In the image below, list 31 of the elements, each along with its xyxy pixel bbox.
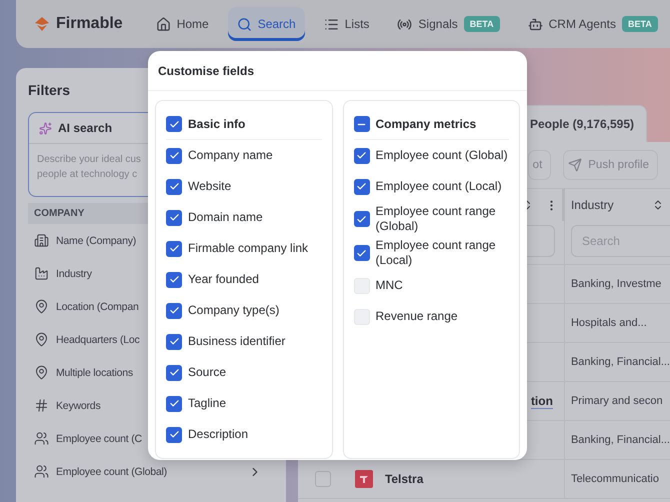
field-label: Tagline [188, 396, 226, 411]
table-cell: Primary and secon [564, 382, 670, 421]
table-cell: Banking, Investme [564, 265, 670, 304]
field-label: Source [188, 365, 226, 380]
field-label: Company name [188, 148, 273, 163]
group-title: Basic info [188, 117, 246, 131]
field-label: Revenue range [376, 309, 458, 324]
table-cell: Banking, Financial... [564, 343, 670, 382]
table-cell: Banking, Financial... [564, 421, 670, 460]
field-label: Employee count (Global) [376, 148, 508, 163]
field-label: Website [188, 179, 232, 194]
field-label: Employee count range (Global) [376, 204, 497, 234]
card-title: AI search [58, 121, 112, 135]
field-label: Employee count range (Local) [376, 238, 497, 268]
field-label: MNC [376, 278, 403, 293]
field-label: Employee count (Local) [376, 179, 502, 194]
beta-badge: BETA [622, 16, 658, 32]
field-label: Year founded [188, 272, 259, 287]
field-label: Firmable company link [188, 241, 308, 256]
placeholder-text: Describe your ideal cus [37, 153, 141, 167]
field-label: Company type(s) [188, 303, 280, 318]
panel-title: Filters [28, 82, 72, 98]
field-label: Domain name [188, 210, 263, 225]
group-title: Company metrics [376, 117, 476, 131]
table-cell: Telecommunicatio [564, 460, 670, 499]
table-cell: Hospitals and... [564, 304, 670, 343]
field-label: Business identifier [188, 334, 286, 349]
placeholder-text: people at technology c [37, 168, 138, 182]
field-label: Description [188, 427, 248, 442]
dialog-title: Customise fields [148, 51, 527, 91]
beta-badge: BETA [464, 16, 500, 32]
